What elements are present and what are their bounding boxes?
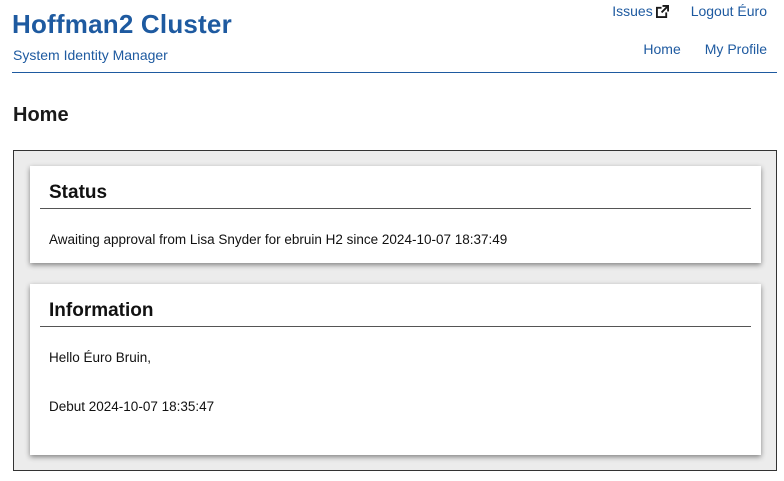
information-card: Information Hello Éuro Bruin, Debut 2024… xyxy=(30,284,761,455)
status-card: Status Awaiting approval from Lisa Snyde… xyxy=(30,166,761,263)
page: Hoffman2 Cluster System Identity Manager… xyxy=(0,0,784,481)
content-frame: Status Awaiting approval from Lisa Snyde… xyxy=(13,150,777,471)
nav-my-profile-link[interactable]: My Profile xyxy=(705,41,767,57)
status-message: Awaiting approval from Lisa Snyder for e… xyxy=(49,232,508,247)
header-divider xyxy=(12,72,777,73)
site-title[interactable]: Hoffman2 Cluster xyxy=(12,9,232,40)
page-heading: Home xyxy=(13,104,69,126)
main-nav: Home My Profile xyxy=(643,41,767,57)
nav-home-link[interactable]: Home xyxy=(643,41,680,57)
information-card-title: Information xyxy=(49,300,154,321)
information-card-divider xyxy=(40,326,751,327)
logout-link[interactable]: Logout Éuro xyxy=(691,3,767,19)
top-links: Issues Logout Éuro xyxy=(612,3,767,19)
status-card-title: Status xyxy=(49,182,108,203)
site-subtitle: System Identity Manager xyxy=(13,47,168,63)
status-card-divider xyxy=(40,208,751,209)
issues-link-label: Issues xyxy=(612,3,653,19)
issues-link[interactable]: Issues xyxy=(612,3,669,19)
debut-text: Debut 2024-10-07 18:35:47 xyxy=(49,399,215,414)
external-link-icon xyxy=(655,4,669,18)
greeting-text: Hello Éuro Bruin, xyxy=(49,350,152,365)
